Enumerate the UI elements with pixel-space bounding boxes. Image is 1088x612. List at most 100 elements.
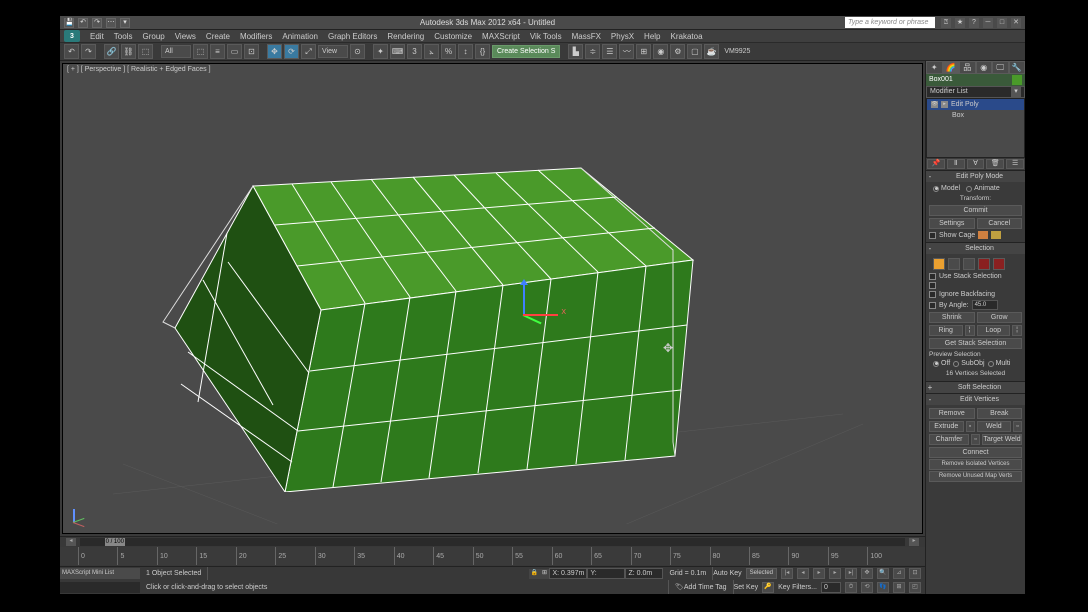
use-stack-checkbox[interactable]: [929, 273, 936, 280]
ring-spinner[interactable]: ¦: [965, 325, 975, 336]
menu-help[interactable]: Help: [640, 32, 664, 41]
subobj-element-icon[interactable]: [993, 258, 1005, 270]
nav-zoom-extents-icon[interactable]: ⊡: [909, 568, 921, 579]
key-filters-button[interactable]: Key Filters...: [778, 584, 817, 591]
nav-fov-icon[interactable]: ⊿: [893, 568, 905, 579]
weld-button[interactable]: Weld: [977, 421, 1012, 432]
ignore-backfacing-checkbox[interactable]: [929, 291, 936, 298]
preview-subobj-radio[interactable]: SubObj: [953, 360, 984, 367]
mode-model-radio[interactable]: Model: [933, 185, 960, 192]
select-by-name-icon[interactable]: ≡: [210, 44, 225, 59]
menu-maxscript[interactable]: MAXScript: [478, 32, 524, 41]
rollout-header[interactable]: -Edit Vertices: [926, 394, 1025, 405]
align-icon[interactable]: ≑: [585, 44, 600, 59]
material-editor-icon[interactable]: ◉: [653, 44, 668, 59]
preview-off-radio[interactable]: Off: [933, 360, 950, 367]
motion-tab-icon[interactable]: ◉: [976, 61, 993, 74]
info-icon[interactable]: ⍰: [941, 18, 951, 28]
modify-tab-icon[interactable]: 🌈: [943, 61, 960, 74]
menu-modifiers[interactable]: Modifiers: [236, 32, 276, 41]
menu-physx[interactable]: PhysX: [607, 32, 638, 41]
gizmo-z-axis[interactable]: [523, 284, 525, 314]
shrink-button[interactable]: Shrink: [929, 312, 975, 323]
rollout-header[interactable]: +Soft Selection: [926, 382, 1025, 393]
mirror-icon[interactable]: ▙: [568, 44, 583, 59]
lock-icon[interactable]: 🔒: [529, 569, 539, 579]
add-time-tag-button[interactable]: 🏷 Add Time Tag: [669, 580, 734, 594]
cancel-button[interactable]: Cancel: [977, 218, 1023, 229]
select-object-icon[interactable]: ⬚: [193, 44, 208, 59]
by-angle-checkbox[interactable]: [929, 302, 936, 309]
menu-massfx[interactable]: MassFX: [568, 32, 605, 41]
schematic-view-icon[interactable]: ⊞: [636, 44, 651, 59]
show-end-result-icon[interactable]: Ⅱ: [947, 159, 965, 169]
modifier-stack[interactable]: 👁 ▸ Edit Poly Box: [926, 98, 1025, 158]
manipulate-icon[interactable]: ✦: [373, 44, 388, 59]
menu-edit[interactable]: Edit: [86, 32, 108, 41]
loop-spinner[interactable]: ¦: [1012, 325, 1022, 336]
modifier-list-dropdown[interactable]: Modifier List▾: [926, 86, 1025, 98]
curve-editor-icon[interactable]: 〰: [619, 44, 634, 59]
nav-pan-icon[interactable]: ✥: [861, 568, 873, 579]
select-rotate-icon[interactable]: ⟳: [284, 44, 299, 59]
undo-icon[interactable]: ↶: [64, 44, 79, 59]
menu-tools[interactable]: Tools: [110, 32, 137, 41]
play-icon[interactable]: ▸: [813, 568, 825, 579]
get-stack-button[interactable]: Get Stack Selection: [929, 338, 1022, 349]
spinner-snap-icon[interactable]: ↕: [458, 44, 473, 59]
key-icon[interactable]: 🔑: [762, 582, 774, 593]
link-icon[interactable]: 🔗: [104, 44, 119, 59]
eye-icon[interactable]: 👁: [931, 101, 938, 108]
menu-viktools[interactable]: Vik Tools: [526, 32, 566, 41]
show-cage-checkbox[interactable]: [929, 232, 936, 239]
perspective-viewport[interactable]: [ + ] [ Perspective ] [ Realistic + Edge…: [62, 63, 923, 534]
current-frame-input[interactable]: 0: [821, 582, 841, 593]
z-coord-input[interactable]: Z: 0.0m: [625, 568, 663, 579]
auto-key-button[interactable]: Auto Key: [713, 570, 741, 577]
remove-unused-map-button[interactable]: Remove Unused Map Verts: [929, 471, 1022, 482]
maximize-icon[interactable]: □: [997, 18, 1007, 28]
qat-save-icon[interactable]: 💾: [64, 18, 74, 28]
unlink-icon[interactable]: ⛓: [121, 44, 136, 59]
break-button[interactable]: Break: [977, 408, 1023, 419]
menu-graph-editors[interactable]: Graph Editors: [324, 32, 381, 41]
loop-button[interactable]: Loop: [977, 325, 1011, 336]
pin-stack-icon[interactable]: 📌: [927, 159, 945, 169]
menu-customize[interactable]: Customize: [430, 32, 476, 41]
next-frame-icon[interactable]: ▸: [829, 568, 841, 579]
connect-button[interactable]: Connect: [929, 447, 1022, 458]
weld-settings-icon[interactable]: ▫: [1013, 421, 1022, 432]
nav-other-icon[interactable]: ◰: [909, 582, 921, 593]
render-icon[interactable]: ☕: [704, 44, 719, 59]
pivot-icon[interactable]: ⊙: [350, 44, 365, 59]
bind-icon[interactable]: ⬚: [138, 44, 153, 59]
utilities-tab-icon[interactable]: 🔧: [1009, 61, 1026, 74]
app-logo-icon[interactable]: 3: [64, 30, 80, 42]
render-frame-icon[interactable]: ▢: [687, 44, 702, 59]
remove-mod-icon[interactable]: 🗑: [986, 159, 1004, 169]
ring-button[interactable]: Ring: [929, 325, 963, 336]
select-scale-icon[interactable]: ⤢: [301, 44, 316, 59]
close-icon[interactable]: ✕: [1011, 18, 1021, 28]
select-move-icon[interactable]: ✥: [267, 44, 282, 59]
nav-max-viewport-icon[interactable]: ⊞: [893, 582, 905, 593]
object-name-input[interactable]: Box001: [929, 74, 1012, 86]
snap-toggle-icon[interactable]: 3: [407, 44, 422, 59]
menu-views[interactable]: Views: [171, 32, 200, 41]
layers-icon[interactable]: ☰: [602, 44, 617, 59]
configure-sets-icon[interactable]: ☰: [1006, 159, 1024, 169]
selection-filter-dropdown[interactable]: All: [161, 45, 191, 58]
menu-create[interactable]: Create: [202, 32, 234, 41]
rollout-header[interactable]: -Edit Poly Mode: [926, 171, 1025, 182]
ref-coord-dropdown[interactable]: View: [318, 45, 348, 58]
nav-zoom-icon[interactable]: 🔍: [877, 568, 889, 579]
time-ruler[interactable]: 0 5 10 15 20 25 30 35 40 45 50 55 60 65 …: [60, 547, 925, 565]
maxscript-listener[interactable]: MAXScript Mini List: [60, 568, 140, 579]
render-setup-icon[interactable]: ⚙: [670, 44, 685, 59]
time-slider-track[interactable]: 0 / 100: [80, 538, 905, 546]
angle-snap-icon[interactable]: ⦛: [424, 44, 439, 59]
time-prev-icon[interactable]: ◂: [66, 538, 76, 546]
gizmo-x-axis[interactable]: [523, 314, 558, 316]
subobj-vertex-icon[interactable]: [933, 258, 945, 270]
menu-animation[interactable]: Animation: [278, 32, 322, 41]
